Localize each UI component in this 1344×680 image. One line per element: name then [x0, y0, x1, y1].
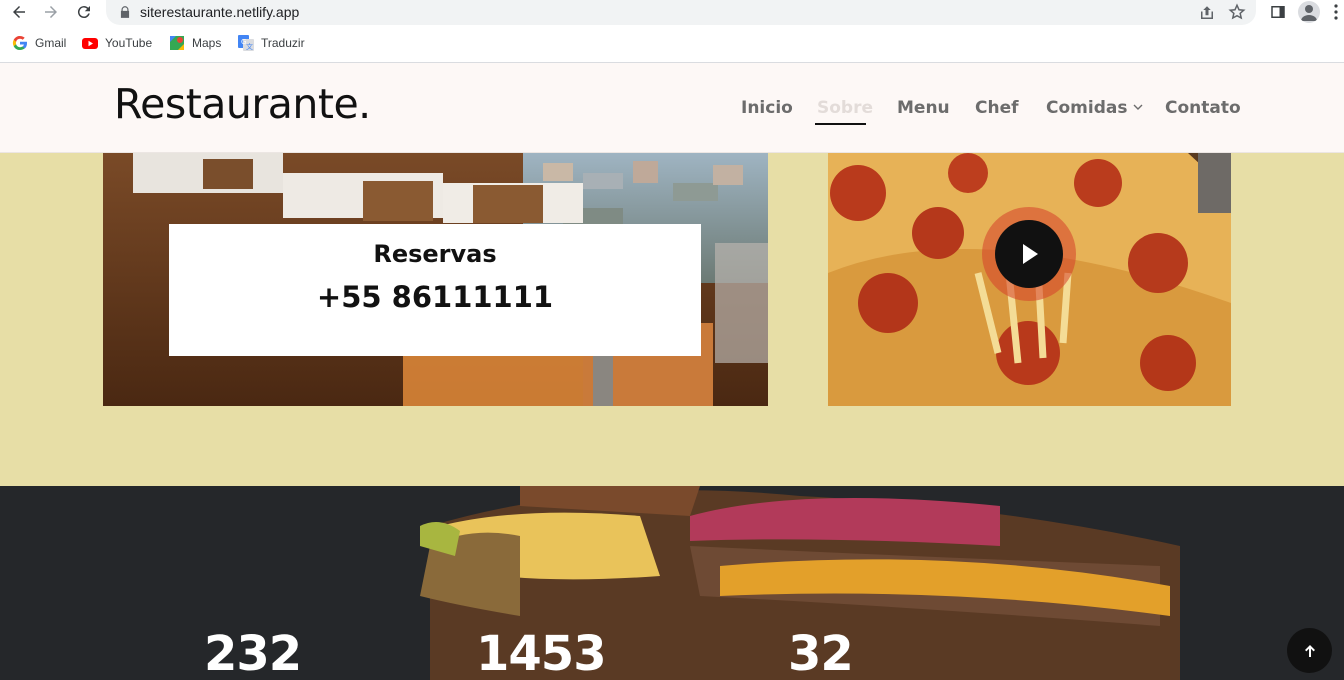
site-logo[interactable]: Restaurante. — [114, 80, 371, 128]
bookmark-gmail[interactable]: Gmail — [12, 35, 66, 51]
bookmark-label: Gmail — [35, 36, 67, 50]
burger-background-image — [0, 486, 1344, 680]
active-nav-underline — [815, 123, 866, 125]
back-to-top-button[interactable] — [1287, 628, 1332, 673]
nav-chef[interactable]: Chef — [975, 98, 1019, 118]
nav-inicio[interactable]: Inicio — [741, 98, 793, 118]
nav-menu[interactable]: Menu — [897, 98, 950, 118]
browser-toolbar: siterestaurante.netlify.app — [0, 0, 1344, 26]
reservations-card: Reservas +55 86111111 — [169, 224, 701, 356]
google-g-icon — [12, 35, 27, 51]
bookmarks-bar: Gmail YouTube Maps G文 Traduzir — [0, 32, 1344, 58]
profile-avatar[interactable] — [1298, 1, 1320, 23]
side-panel-icon[interactable] — [1269, 3, 1287, 21]
counter-section: 232 1453 32 — [0, 486, 1344, 680]
back-arrow-icon[interactable] — [6, 0, 32, 24]
bookmark-label: Maps — [192, 36, 222, 50]
chevron-down-icon — [1133, 104, 1143, 110]
lock-icon — [120, 6, 130, 18]
reload-icon[interactable] — [71, 0, 97, 24]
reservations-phone[interactable]: +55 86111111 — [169, 280, 701, 314]
play-icon — [982, 207, 1076, 301]
counter-value: 232 — [204, 626, 302, 680]
arrow-up-icon — [1304, 644, 1315, 657]
forward-arrow-icon[interactable] — [38, 0, 64, 24]
youtube-icon — [82, 38, 98, 49]
counter-value: 32 — [788, 626, 854, 680]
bookmark-translate[interactable]: G文 Traduzir — [238, 35, 305, 51]
svg-text:文: 文 — [246, 42, 253, 51]
share-icon[interactable] — [1198, 4, 1216, 22]
bookmark-label: Traduzir — [261, 36, 305, 50]
bookmark-maps[interactable]: Maps — [169, 35, 221, 51]
bookmark-label: YouTube — [105, 36, 153, 50]
counter-value: 1453 — [476, 626, 607, 680]
bookmark-youtube[interactable]: YouTube — [82, 35, 152, 51]
site-header: Restaurante. Inicio Sobre Menu Chef Comi… — [0, 63, 1344, 153]
translate-icon: G文 — [238, 35, 254, 51]
kebab-menu-icon[interactable] — [1333, 4, 1339, 20]
about-section: Reservas +55 86111111 — [0, 153, 1344, 486]
nav-comidas-label: Comidas — [1046, 98, 1128, 118]
maps-icon — [170, 36, 184, 50]
url-text: siterestaurante.netlify.app — [140, 4, 300, 20]
address-bar[interactable]: siterestaurante.netlify.app — [106, 0, 1256, 25]
video-play-button[interactable] — [982, 207, 1076, 301]
nav-sobre[interactable]: Sobre — [817, 98, 873, 118]
bookmark-star-icon[interactable] — [1228, 3, 1246, 21]
reservations-title: Reservas — [373, 240, 497, 268]
nav-contato[interactable]: Contato — [1165, 98, 1241, 118]
nav-comidas[interactable]: Comidas — [1046, 98, 1143, 118]
